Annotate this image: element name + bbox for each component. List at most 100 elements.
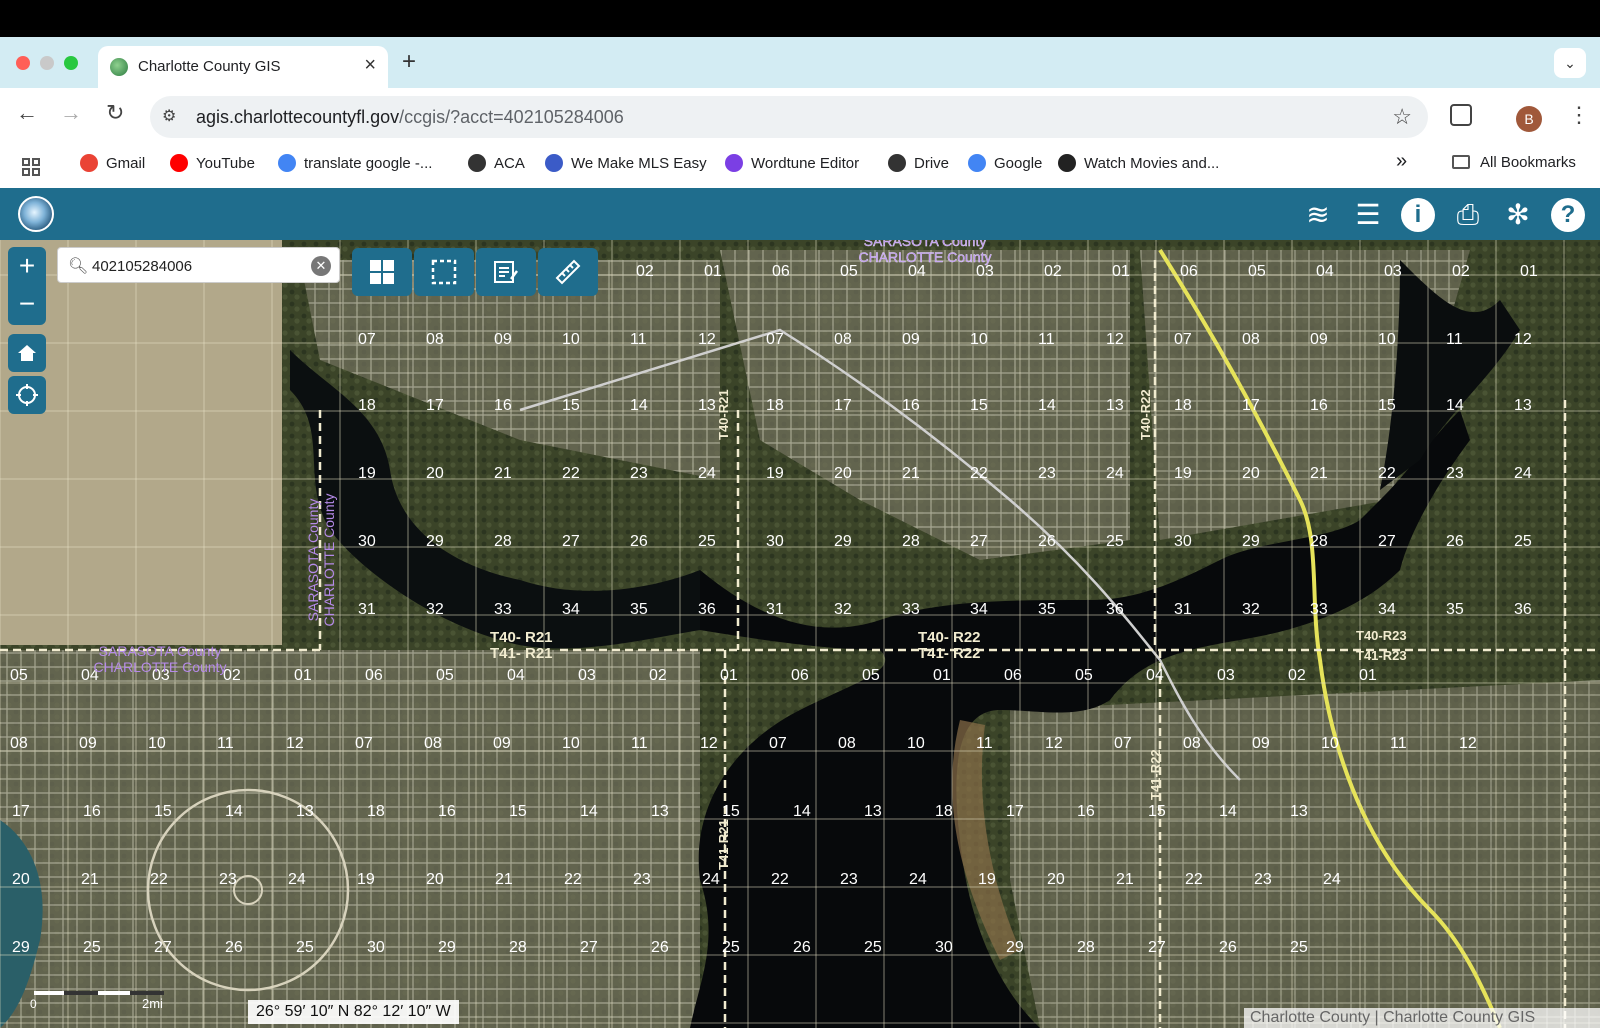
section-number-label: 01 <box>933 667 951 684</box>
section-number-label: 13 <box>1514 397 1532 414</box>
section-number-label: 03 <box>578 667 596 684</box>
section-number-label: 14 <box>1219 803 1237 820</box>
reload-button[interactable]: ↻ <box>106 100 124 126</box>
section-number-label: 24 <box>1514 465 1532 482</box>
section-number-label: 12 <box>1045 735 1063 752</box>
township-range-label: T41-R22 <box>1148 749 1163 800</box>
tab-close-button[interactable]: × <box>364 54 376 77</box>
township-range-label: T40- R22 <box>918 629 981 646</box>
map-view[interactable]: 02 01 06 05 04 03 02 01 06 05 04 03 02 01 07 08 09 10 11 12… <box>0 240 1600 1028</box>
section-number-label: 34 <box>562 601 580 618</box>
parcel-search: 🔍︎ ✕ <box>57 247 340 283</box>
section-number-label: 11 <box>217 735 234 752</box>
help-icon[interactable]: ? <box>1551 198 1585 232</box>
section-number-label: 14 <box>1038 397 1056 414</box>
bookmark-item[interactable]: Gmail <box>80 154 145 172</box>
bookmarks-overflow-button[interactable]: » <box>1396 150 1407 173</box>
measure-button[interactable] <box>538 248 598 296</box>
apps-grid-icon[interactable] <box>22 158 40 176</box>
section-number-label: 22 <box>150 871 168 888</box>
section-number-label: 17 <box>426 397 444 414</box>
profile-avatar[interactable]: B <box>1516 106 1542 132</box>
township-range-label: T40-R23 <box>1356 628 1407 643</box>
section-number-label: 16 <box>83 803 101 820</box>
bookmark-item[interactable]: YouTube <box>170 154 255 172</box>
locate-me-button[interactable] <box>8 376 46 414</box>
section-number-label: 07 <box>766 331 784 348</box>
bookmark-item[interactable]: Wordtune Editor <box>725 154 859 172</box>
close-window-button[interactable] <box>16 56 30 70</box>
section-number-label: 36 <box>698 601 716 618</box>
section-number-label: 23 <box>633 871 651 888</box>
browser-menu-icon[interactable]: ⋮ <box>1568 102 1590 128</box>
zoom-out-button[interactable]: − <box>8 285 46 323</box>
section-number-label: 27 <box>970 533 988 550</box>
section-number-label: 25 <box>864 939 882 956</box>
township-range-label: T41- R22 <box>918 645 981 662</box>
zoom-in-button[interactable]: + <box>8 247 46 285</box>
bookmark-item[interactable]: Drive <box>888 154 949 172</box>
section-number-label: 07 <box>769 735 787 752</box>
section-number-label: 26 <box>1038 533 1056 550</box>
globe-icon <box>468 154 486 172</box>
settings-icon[interactable]: ✻ <box>1501 198 1535 232</box>
bookmark-item[interactable]: translate google -... <box>278 154 432 172</box>
section-number-label: 04 <box>908 263 926 280</box>
select-area-button[interactable] <box>414 248 474 296</box>
bookmark-item[interactable]: ACA <box>468 154 525 172</box>
bookmark-star-icon[interactable]: ☆ <box>1392 104 1412 130</box>
section-number-label: 05 <box>862 667 880 684</box>
parcel-search-input[interactable] <box>92 254 292 278</box>
minimize-window-button[interactable] <box>40 56 54 70</box>
section-number-label: 22 <box>1185 871 1203 888</box>
charlotte-county-logo[interactable] <box>18 196 54 232</box>
screen-top-bezel <box>0 0 1600 37</box>
township-range-label: T40- R21 <box>490 629 553 646</box>
print-icon[interactable]: ⎙ <box>1451 198 1485 232</box>
section-number-label: 20 <box>426 871 444 888</box>
section-number-label: 09 <box>493 735 511 752</box>
township-range-label: T40-R21 <box>716 389 731 440</box>
layers-icon[interactable]: ≋ <box>1301 198 1335 232</box>
forward-button[interactable]: → <box>60 100 82 126</box>
globe-icon <box>888 154 906 172</box>
section-number-label: 17 <box>12 803 30 820</box>
section-number-label: 20 <box>426 465 444 482</box>
section-number-label: 26 <box>225 939 243 956</box>
maximize-window-button[interactable] <box>64 56 78 70</box>
bookmark-item[interactable]: Watch Movies and... <box>1058 154 1219 172</box>
bookmark-item[interactable]: Google <box>968 154 1042 172</box>
section-number-label: 28 <box>1077 939 1095 956</box>
section-number-label: 20 <box>12 871 30 888</box>
google-icon <box>278 154 296 172</box>
info-icon[interactable]: i <box>1401 198 1435 232</box>
edit-notes-button[interactable] <box>476 248 536 296</box>
section-number-label: 29 <box>834 533 852 550</box>
site-info-icon[interactable]: ⚙ <box>162 106 176 126</box>
address-bar[interactable]: ⚙ agis.charlottecountyfl.gov/ccgis/?acct… <box>150 96 1428 138</box>
section-number-label: 07 <box>1174 331 1192 348</box>
legend-icon[interactable]: ☰ <box>1351 198 1385 232</box>
section-number-label: 09 <box>902 331 920 348</box>
section-number-label: 23 <box>630 465 648 482</box>
section-number-label: 12 <box>700 735 718 752</box>
section-number-label: 11 <box>631 735 648 752</box>
section-number-label: 16 <box>438 803 456 820</box>
county-label-charlotte-left: CHARLOTTE County <box>93 659 226 675</box>
bookmark-item[interactable]: We Make MLS Easy <box>545 154 707 172</box>
section-number-label: 02 <box>1452 263 1470 280</box>
county-label-sarasota-top: SARASOTA County <box>864 240 987 249</box>
clear-search-button[interactable]: ✕ <box>311 256 331 276</box>
all-bookmarks-folder[interactable]: All Bookmarks <box>1452 154 1576 171</box>
section-number-label: 19 <box>766 465 784 482</box>
section-number-label: 23 <box>1038 465 1056 482</box>
browser-tab[interactable]: Charlotte County GIS × <box>98 46 388 88</box>
movie-icon <box>1058 154 1076 172</box>
back-button[interactable]: ← <box>16 100 38 126</box>
tab-search-dropdown-button[interactable]: ⌄ <box>1554 48 1586 78</box>
wordtune-icon <box>725 154 743 172</box>
new-tab-button[interactable]: + <box>402 48 416 76</box>
extensions-icon[interactable] <box>1450 104 1472 126</box>
home-extent-button[interactable] <box>8 334 46 372</box>
basemap-gallery-button[interactable] <box>352 248 412 296</box>
